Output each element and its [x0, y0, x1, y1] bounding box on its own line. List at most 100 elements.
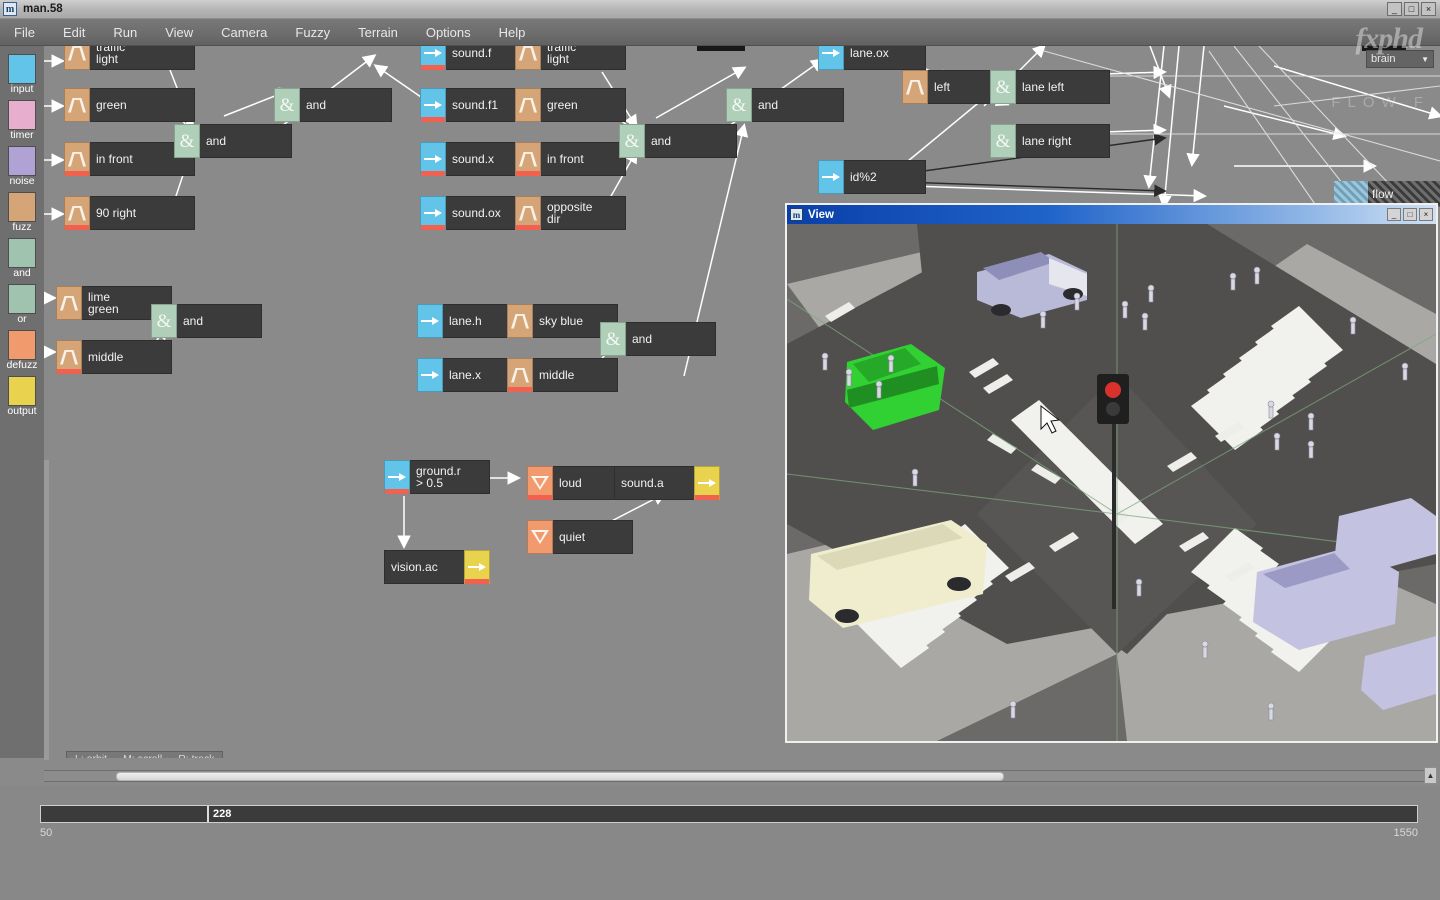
palette-item-input[interactable]: input	[0, 54, 44, 95]
graph-node-middle[interactable]: middle	[56, 340, 172, 374]
palette-label-noise: noise	[9, 175, 35, 187]
palette-item-or[interactable]: or	[0, 284, 44, 325]
view-window[interactable]: m View _ □ ×	[785, 203, 1438, 743]
graph-node-quiet[interactable]: quiet	[527, 520, 633, 554]
graph-node-label: sound.a	[614, 466, 694, 500]
graph-node-label-line1: 90 right	[96, 206, 137, 220]
graph-node-label-line1: green	[547, 98, 578, 112]
graph-vertical-scrollbar[interactable]	[44, 460, 49, 760]
graph-node-green[interactable]: green	[515, 88, 626, 122]
graph-node-label: in front	[541, 142, 626, 176]
graph-node-label-line1: id%2	[850, 170, 877, 184]
menu-help[interactable]: Help	[485, 19, 540, 46]
graph-node-lane-right[interactable]: & lane right	[990, 124, 1110, 158]
bell-curve-icon	[515, 196, 541, 230]
scroll-corner-button[interactable]: ▲	[1424, 767, 1437, 784]
ampersand-icon: &	[990, 124, 1016, 158]
timeline-track[interactable]: 228	[40, 805, 1418, 823]
node-status-flag	[421, 65, 445, 70]
graph-node-and[interactable]: & and	[174, 124, 292, 158]
graph-node-and[interactable]: & and	[600, 322, 716, 356]
app-icon: m	[3, 2, 17, 16]
menu-terrain[interactable]: Terrain	[344, 19, 412, 46]
palette-label-input: input	[10, 83, 34, 95]
graph-node-label: and	[177, 304, 262, 338]
arrow-right-icon	[420, 196, 446, 230]
graph-node-label: and	[626, 322, 716, 356]
arrow-right-icon	[417, 358, 443, 392]
graph-node-label-line1: and	[183, 314, 204, 328]
palette-label-output: output	[7, 405, 37, 417]
graph-node-90-right[interactable]: 90 right	[64, 196, 195, 230]
minimize-button[interactable]: _	[1387, 2, 1402, 16]
graph-node-label-line1: quiet	[559, 530, 586, 544]
menu-file[interactable]: File	[0, 19, 49, 46]
graph-horizontal-scrollbar[interactable]	[44, 770, 1428, 782]
graph-node-and[interactable]: & and	[726, 88, 844, 122]
graph-node-and[interactable]: & and	[151, 304, 262, 338]
palette-swatch-input	[8, 54, 36, 84]
graph-node-label-line1: middle	[88, 350, 124, 364]
hint-middle-mouse: M: scroll	[123, 753, 162, 758]
graph-node-label: green	[90, 88, 195, 122]
bell-curve-icon	[56, 286, 82, 320]
graph-node-label-line1: sound.x	[452, 152, 495, 166]
timeline-range-end: 1550	[1393, 827, 1418, 839]
node-palette: input timer noise fuzz and or defuzz out…	[0, 46, 44, 758]
brain-selector-value: brain	[1371, 53, 1396, 65]
maximize-button[interactable]: □	[1404, 2, 1419, 16]
graph-node-label-line2: dir	[547, 212, 561, 226]
graph-node-lane-left[interactable]: & lane left	[990, 70, 1110, 104]
palette-item-defuzz[interactable]: defuzz	[0, 330, 44, 371]
menu-camera[interactable]: Camera	[207, 19, 281, 46]
arrow-right-icon	[694, 466, 720, 500]
graph-node-label-line1: sound.a	[621, 476, 664, 490]
graph-node-opposite-dir[interactable]: opposite dir	[515, 196, 626, 230]
palette-item-timer[interactable]: timer	[0, 100, 44, 141]
graph-hscroll-thumb[interactable]	[116, 772, 1004, 781]
graph-node-and[interactable]: & and	[619, 124, 737, 158]
graph-node-lane-ox[interactable]: lane.ox	[818, 46, 926, 70]
graph-node-middle[interactable]: middle	[507, 358, 618, 392]
graph-node-traffic-light[interactable]: traffic light	[64, 46, 195, 70]
arrow-right-icon	[417, 304, 443, 338]
graph-node-label-line1: and	[651, 134, 672, 148]
graph-node-label-line2: light	[96, 52, 119, 66]
graph-node-vision-ac[interactable]: vision.ac	[384, 550, 490, 584]
graph-node-ground-r-0-5[interactable]: ground.r > 0.5	[384, 460, 490, 494]
node-status-flag	[421, 171, 445, 176]
hint-right-mouse: R: track	[178, 753, 214, 758]
graph-node-in-front[interactable]: in front	[515, 142, 626, 176]
view-maximize-button[interactable]: □	[1403, 208, 1417, 221]
graph-node-and[interactable]: & and	[274, 88, 392, 122]
timeline-playhead[interactable]: 228	[207, 806, 236, 822]
graph-node-label-line1: lane.ox	[850, 46, 889, 60]
view-close-button[interactable]: ×	[1419, 208, 1433, 221]
graph-node-traffic-light[interactable]: traffic light	[515, 46, 626, 70]
menu-options[interactable]: Options	[412, 19, 485, 46]
menu-view[interactable]: View	[151, 19, 207, 46]
graph-node-label-line1: green	[96, 98, 127, 112]
palette-swatch-or	[8, 284, 36, 314]
graph-node-label-line1: and	[758, 98, 779, 112]
bell-curve-icon	[507, 358, 533, 392]
graph-node-green[interactable]: green	[64, 88, 195, 122]
graph-node-id-2[interactable]: id%2	[818, 160, 926, 194]
palette-item-noise[interactable]: noise	[0, 146, 44, 187]
brain-selector[interactable]: brain ▼	[1366, 50, 1434, 68]
arrow-right-icon	[420, 46, 446, 70]
menu-run[interactable]: Run	[99, 19, 151, 46]
palette-item-fuzz[interactable]: fuzz	[0, 192, 44, 233]
viewport-3d-scene	[787, 224, 1436, 741]
ampersand-icon: &	[600, 322, 626, 356]
close-button[interactable]: ×	[1421, 2, 1436, 16]
palette-item-output[interactable]: output	[0, 376, 44, 417]
palette-item-and[interactable]: and	[0, 238, 44, 279]
view-minimize-button[interactable]: _	[1387, 208, 1401, 221]
graph-node-label-line2: > 0.5	[416, 476, 444, 490]
menu-fuzzy[interactable]: Fuzzy	[281, 19, 344, 46]
menu-edit[interactable]: Edit	[49, 19, 99, 46]
graph-node-sound-a[interactable]: sound.a	[614, 466, 720, 500]
graph-node-label-line1: and	[306, 98, 327, 112]
viewport-3d[interactable]	[787, 224, 1436, 741]
